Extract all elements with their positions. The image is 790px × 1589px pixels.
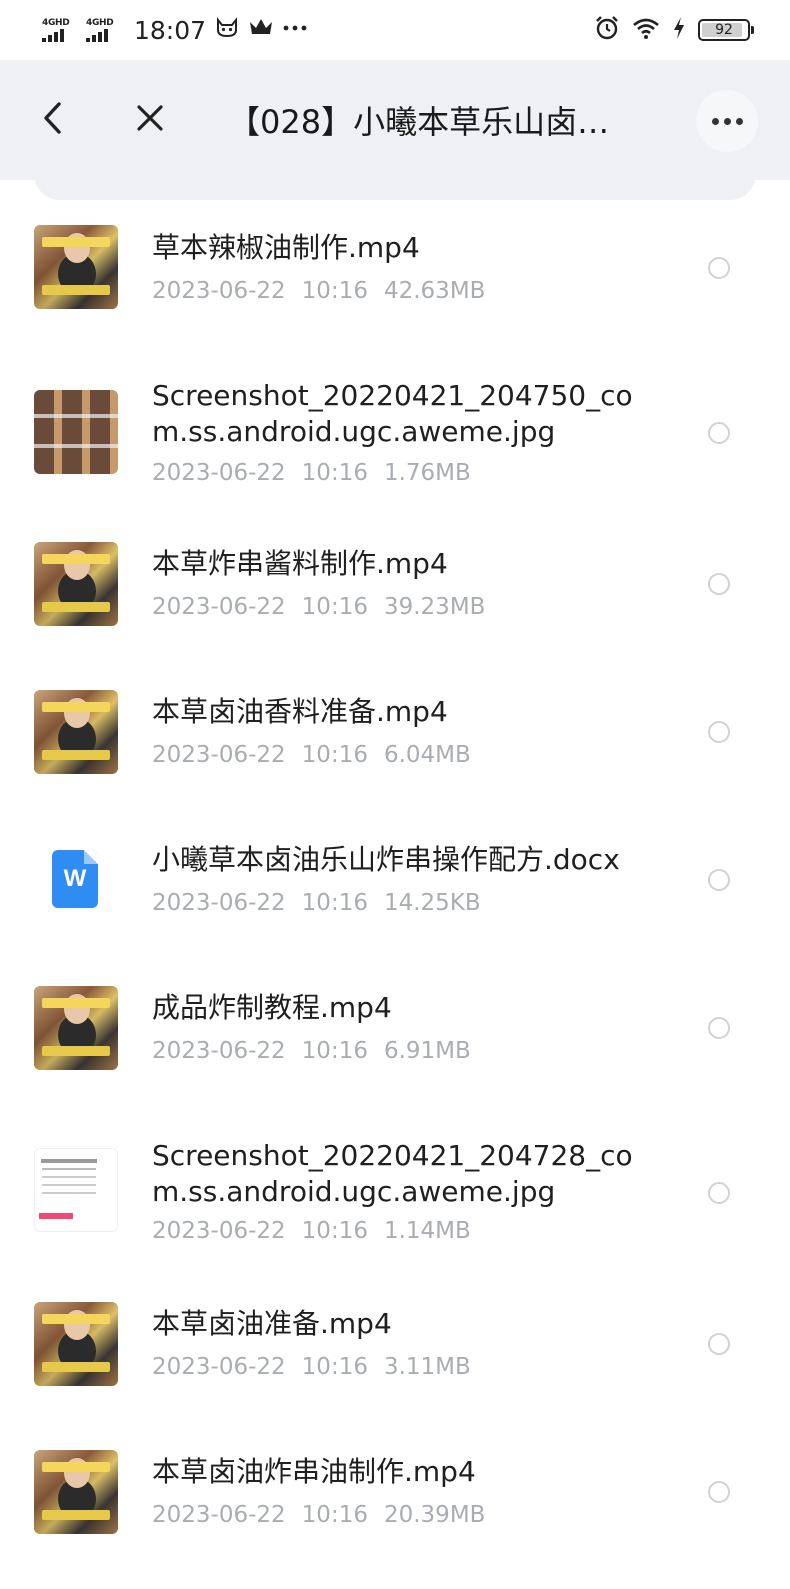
file-name: 本草炸串酱料制作.mp4 [152,547,448,580]
select-radio[interactable] [708,573,730,595]
screenshot-thumbnail [34,1148,118,1232]
file-date: 2023-06-22 [152,460,286,486]
charging-icon [672,16,686,44]
select-radio[interactable] [708,1017,730,1039]
file-size: 1.76MB [383,460,471,486]
file-meta: 2023-06-22 10:16 42.63MB [152,278,485,304]
doc-icon-letter: W [63,865,87,892]
file-date: 2023-06-22 [152,1218,286,1244]
file-date: 2023-06-22 [152,1354,286,1380]
file-size: 6.91MB [383,1038,471,1064]
file-name: 小曦草本卤油乐山炸串操作配方.docx [152,843,620,876]
file-time: 10:16 [301,594,368,620]
file-meta: 2023-06-22 10:16 6.91MB [152,1038,471,1064]
file-date: 2023-06-22 [152,1038,286,1064]
video-thumbnail [34,542,118,626]
file-meta: 2023-06-22 10:16 20.39MB [152,1502,485,1528]
signal-4g-icon: 4GHD [42,18,78,42]
video-thumbnail [34,225,118,309]
card-edge [34,170,756,200]
chevron-left-icon [41,101,63,139]
wifi-icon [632,16,660,44]
file-time: 10:16 [301,890,368,916]
video-thumbnail [34,1450,118,1534]
network-label-1: 4GHD [42,18,70,28]
file-date: 2023-06-22 [152,594,286,620]
video-thumbnail [34,690,118,774]
file-date: 2023-06-22 [152,1502,286,1528]
page-title: 【028】小曦本草乐山卤… [228,103,610,141]
video-thumbnail [34,986,118,1070]
select-radio[interactable] [708,257,730,279]
file-time: 10:16 [301,278,368,304]
file-name: 成品炸制教程.mp4 [152,991,392,1024]
image-thumbnail [34,390,118,474]
word-doc-icon: W [52,850,98,908]
file-time: 10:16 [301,742,368,768]
file-meta: 2023-06-22 10:16 6.04MB [152,742,471,768]
select-radio[interactable] [708,721,730,743]
select-radio[interactable] [708,1333,730,1355]
file-name: 草本辣椒油制作.mp4 [152,231,420,264]
file-name: 本草卤油炸串油制作.mp4 [152,1455,476,1488]
file-date: 2023-06-22 [152,278,286,304]
more-button[interactable] [696,90,758,152]
file-time: 10:16 [301,1502,368,1528]
header-bar: 【028】小曦本草乐山卤… [0,60,790,180]
file-name: 本草卤油准备.mp4 [152,1307,392,1340]
select-radio[interactable] [708,1481,730,1503]
file-size: 6.04MB [383,742,471,768]
file-time: 10:16 [301,1354,368,1380]
select-radio[interactable] [708,422,730,444]
more-icon [711,117,743,125]
file-time: 10:16 [301,1218,368,1244]
file-date: 2023-06-22 [152,742,286,768]
status-bar: 4GHD 4GHD 18:07 92 [0,0,790,60]
battery-level: 92 [715,22,733,38]
network-label-2: 4GHD [86,18,114,28]
file-size: 14.25KB [383,890,481,916]
file-meta: 2023-06-22 10:16 1.14MB [152,1218,471,1244]
back-button[interactable] [30,60,74,180]
file-size: 1.14MB [383,1218,471,1244]
file-meta: 2023-06-22 10:16 3.11MB [152,1354,471,1380]
select-radio[interactable] [708,869,730,891]
file-name: 本草卤油香料准备.mp4 [152,695,448,728]
alarm-icon [594,15,620,45]
file-meta: 2023-06-22 10:16 14.25KB [152,890,481,916]
file-size: 39.23MB [383,594,486,620]
file-size: 20.39MB [383,1502,486,1528]
crown-icon [248,16,274,44]
file-meta: 2023-06-22 10:16 39.23MB [152,594,485,620]
cat-face-icon [214,16,240,44]
file-size: 42.63MB [383,278,486,304]
file-meta: 2023-06-22 10:16 1.76MB [152,460,471,486]
close-icon [135,103,165,137]
signal-4g-icon-2: 4GHD [86,18,122,42]
close-button[interactable] [128,60,172,180]
file-size: 3.11MB [383,1354,471,1380]
file-date: 2023-06-22 [152,890,286,916]
file-time: 10:16 [301,460,368,486]
select-radio[interactable] [708,1182,730,1204]
file-name: Screenshot_20220421_204728_com.ss.androi… [152,1139,633,1208]
battery-icon: 92 [698,19,754,41]
file-time: 10:16 [301,1038,368,1064]
status-time: 18:07 [134,15,207,45]
video-thumbnail [34,1302,118,1386]
more-dots-icon [282,16,308,44]
file-name: Screenshot_20220421_204750_com.ss.androi… [152,379,633,448]
